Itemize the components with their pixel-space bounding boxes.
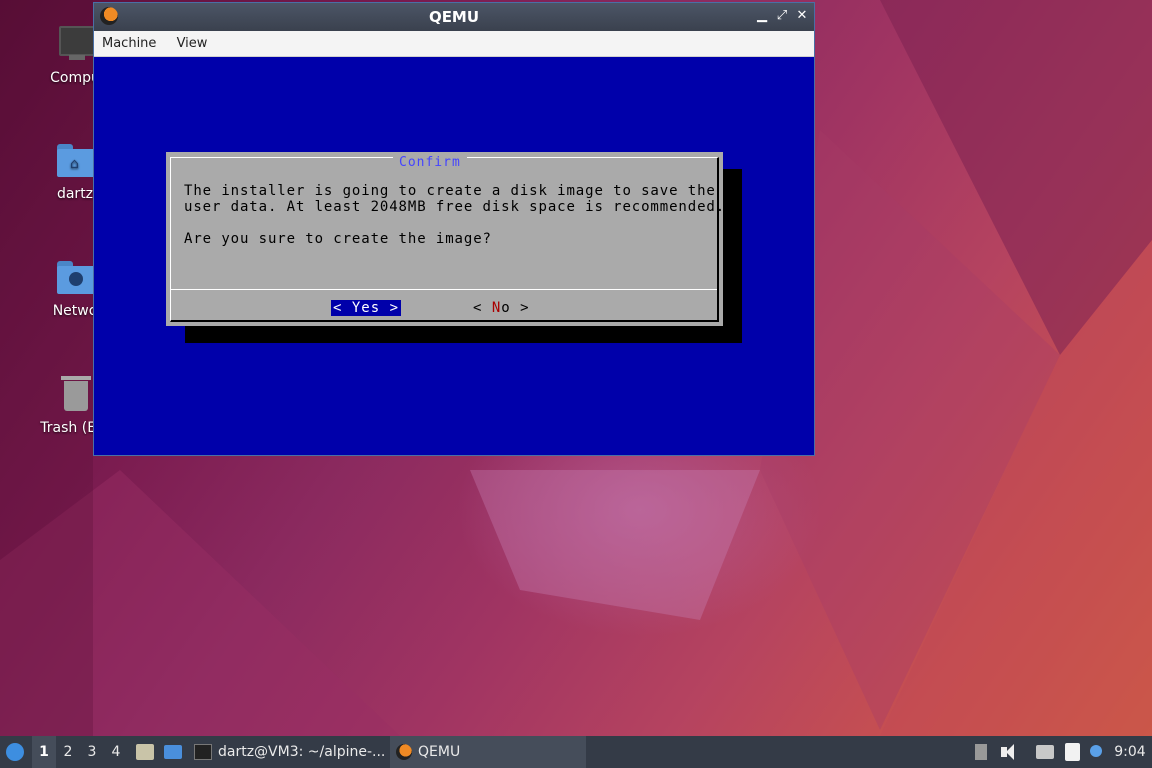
dialog-separator [171, 289, 717, 290]
home-folder-icon: ⌂ [55, 140, 95, 180]
workspace-4[interactable]: 4 [104, 736, 128, 768]
vm-display[interactable]: Confirm The installer is going to create… [94, 57, 814, 455]
volume-icon[interactable] [998, 736, 1020, 768]
task-label: QEMU [418, 744, 461, 760]
dialog-message-line: The installer is going to create a disk … [184, 183, 716, 199]
clipboard-icon[interactable] [1062, 736, 1086, 768]
qemu-icon [396, 744, 412, 760]
taskbar: 1 2 3 4 dartz@VM3: ~/alpine-... QEMU 9:0… [0, 736, 1152, 768]
menu-machine[interactable]: Machine [94, 31, 164, 51]
clock[interactable]: 9:04 [1112, 736, 1148, 768]
show-desktop-icon[interactable] [162, 736, 184, 768]
qemu-window: QEMU ▁ ⤢ ✕ Machine View Confirm The inst… [93, 2, 815, 456]
trash-icon [55, 374, 95, 414]
workspace-1[interactable]: 1 [32, 736, 56, 768]
yes-button[interactable]: < Yes > [331, 300, 402, 316]
minimize-button[interactable]: ▁ [754, 8, 770, 24]
network-folder-icon [55, 257, 95, 297]
network-icon[interactable] [1034, 736, 1058, 768]
workspace-2[interactable]: 2 [56, 736, 80, 768]
task-label: dartz@VM3: ~/alpine-... [218, 744, 386, 760]
workspace-3[interactable]: 3 [80, 736, 104, 768]
menu-view[interactable]: View [169, 31, 216, 51]
no-button-hotkey: N [491, 300, 502, 316]
no-button-open: < [473, 300, 492, 316]
update-icon[interactable] [972, 736, 990, 768]
no-button[interactable]: < No > [473, 300, 530, 316]
start-menu-icon[interactable] [4, 736, 28, 768]
dialog-title: Confirm [393, 155, 467, 170]
window-title: QEMU [428, 8, 480, 26]
dialog-frame: Confirm The installer is going to create… [170, 155, 724, 322]
confirm-dialog: Confirm The installer is going to create… [166, 152, 724, 326]
window-titlebar[interactable]: QEMU ▁ ⤢ ✕ [94, 3, 814, 31]
menubar: Machine View [94, 31, 814, 57]
task-qemu[interactable]: QEMU [390, 736, 586, 768]
close-button[interactable]: ✕ [794, 8, 810, 24]
dialog-message-line: user data. At least 2048MB free disk spa… [184, 199, 726, 215]
notification-icon[interactable] [1088, 736, 1106, 768]
no-button-rest: o > [501, 300, 530, 316]
maximize-button[interactable]: ⤢ [774, 8, 790, 24]
task-terminal[interactable]: dartz@VM3: ~/alpine-... [190, 736, 386, 768]
terminal-icon [194, 744, 212, 760]
computer-icon [55, 24, 97, 64]
file-manager-icon[interactable] [134, 736, 156, 768]
dialog-question: Are you sure to create the image? [184, 231, 492, 247]
